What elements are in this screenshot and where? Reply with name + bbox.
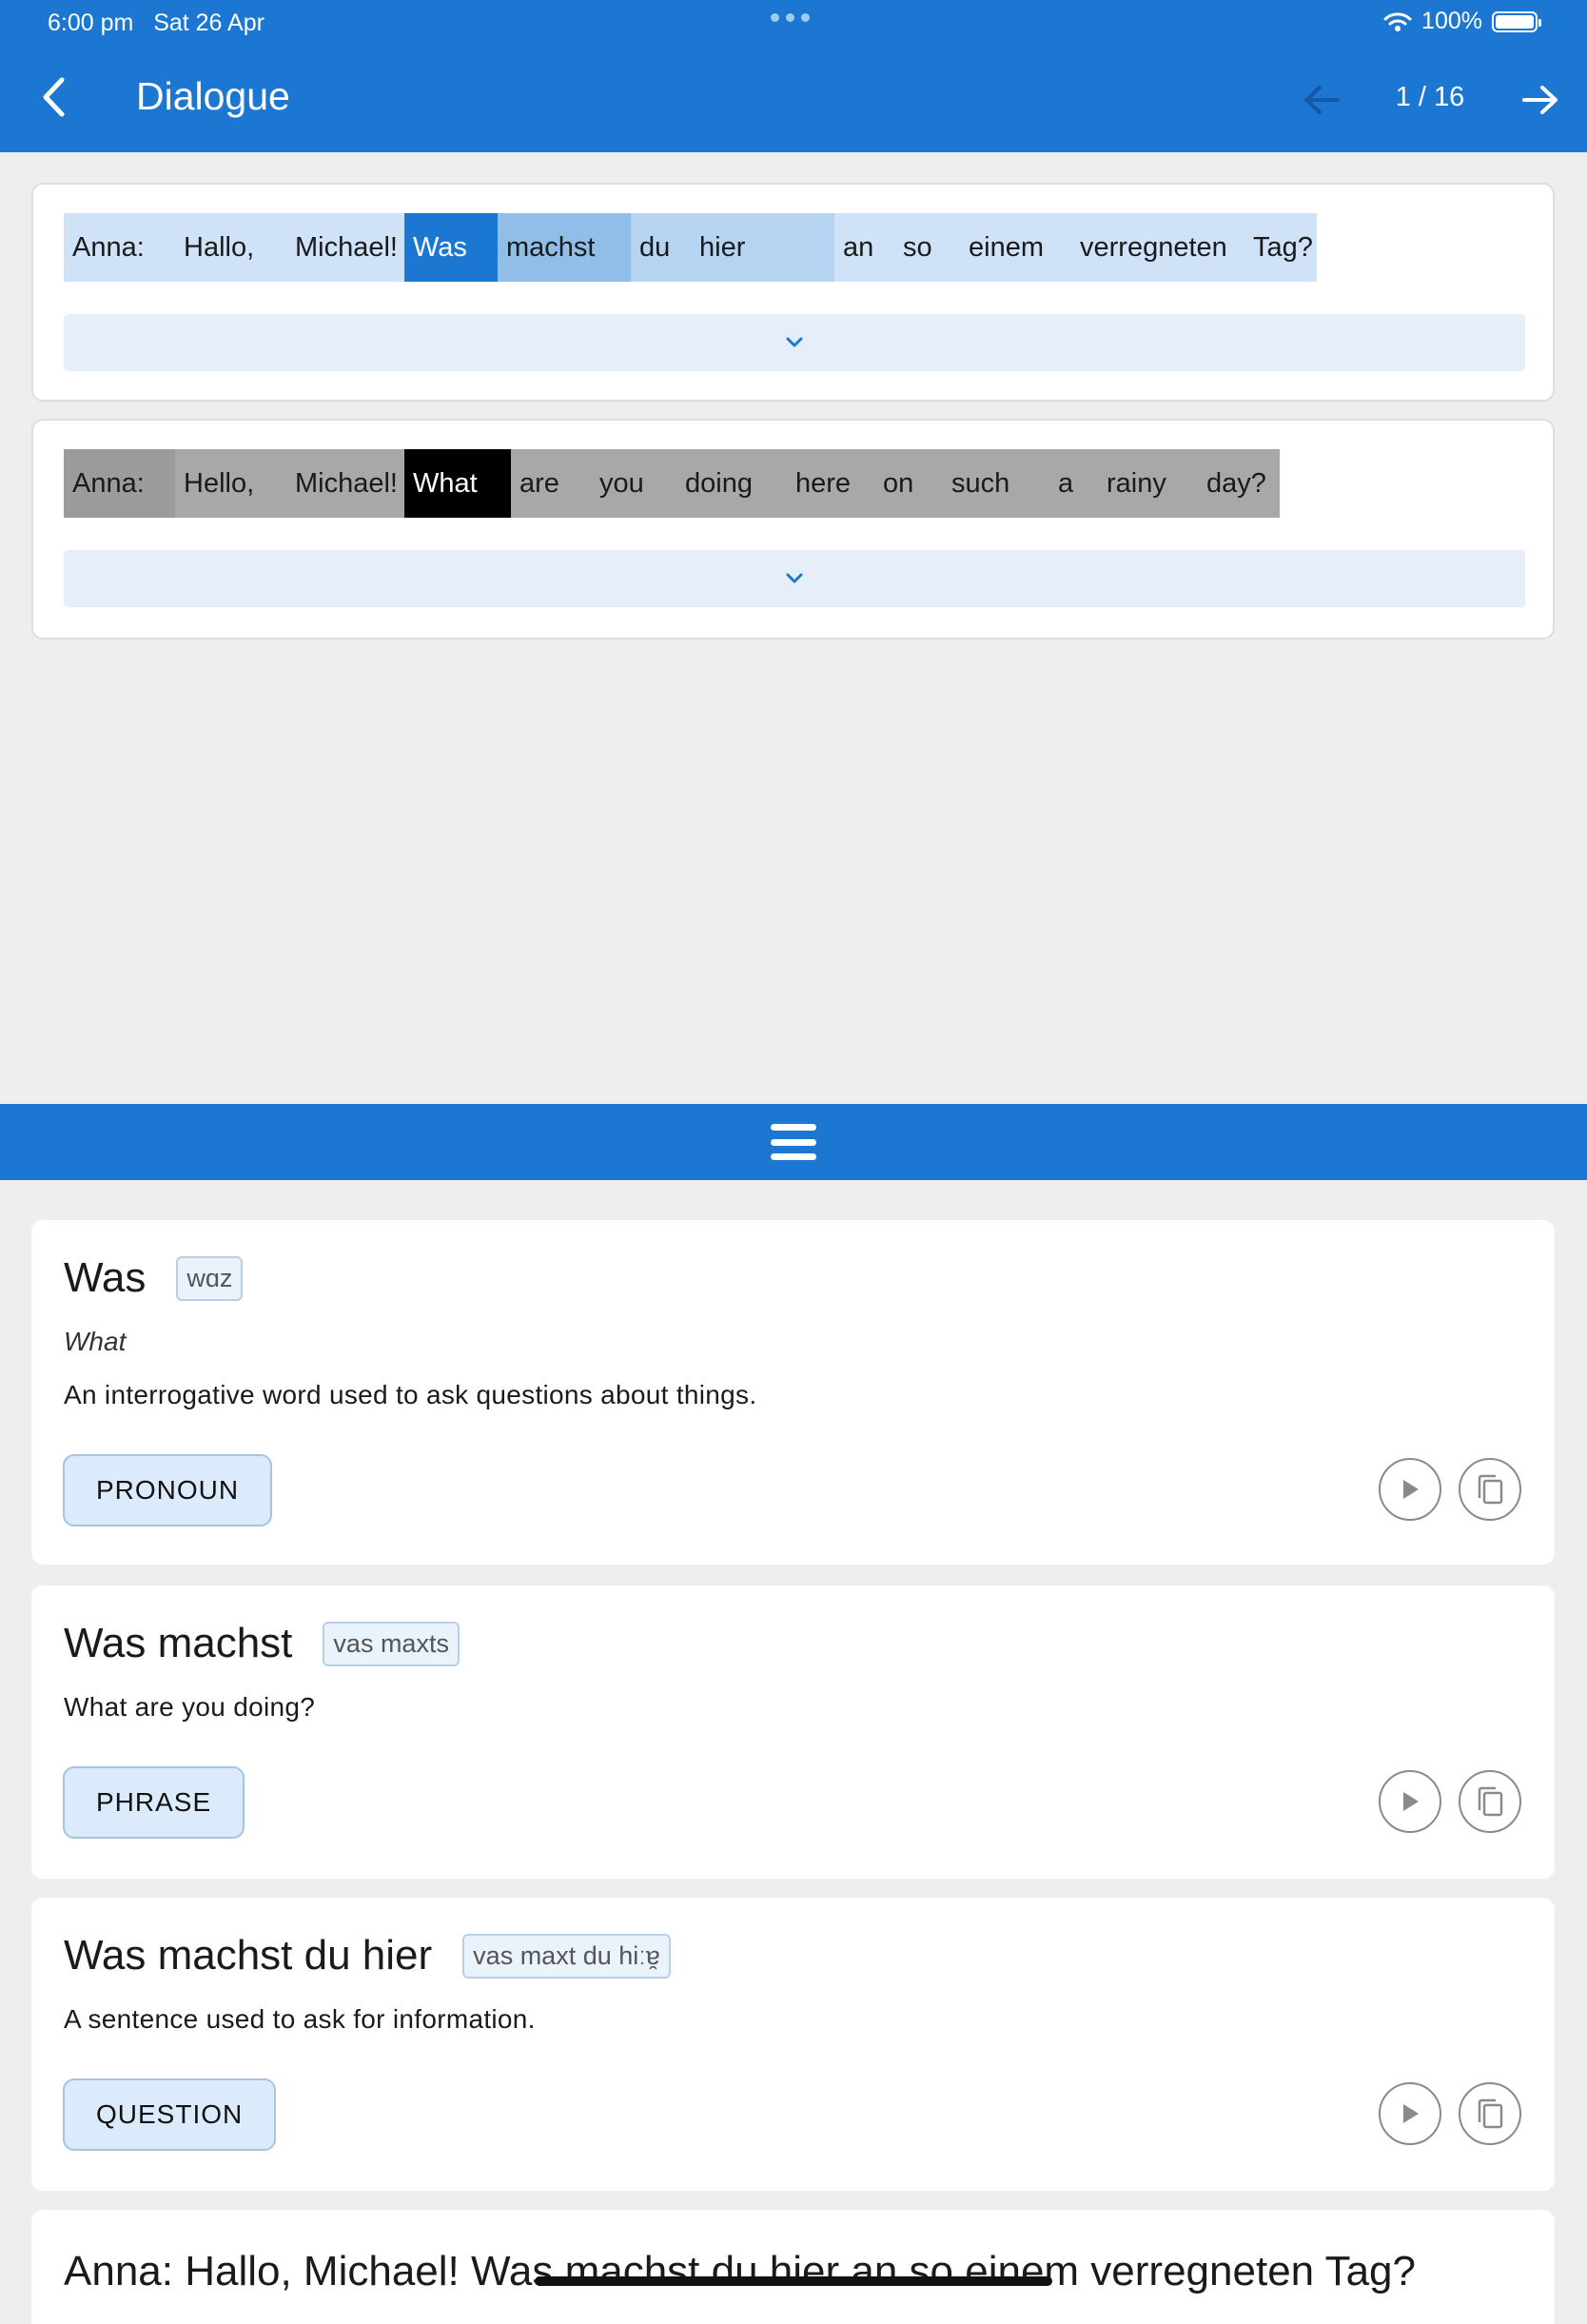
copy-button[interactable] — [1459, 1458, 1521, 1521]
vocab-definition: What are you doing? — [64, 1692, 316, 1722]
word-token[interactable]: Michael! — [286, 213, 404, 282]
vocab-translation: What — [64, 1327, 127, 1356]
english-word-row: Anna: Hello, Michael! What are you doing… — [64, 449, 1280, 518]
ipa-badge: wɑz — [176, 1255, 244, 1301]
german-sentence-card: Anna: Hallo, Michael! Was machst du hier… — [31, 183, 1555, 402]
battery-percent: 100% — [1421, 8, 1482, 34]
status-date: Sat 26 Apr — [153, 10, 264, 36]
next-button[interactable] — [1517, 76, 1564, 124]
chevron-left-icon — [43, 77, 65, 117]
copy-icon — [1478, 1474, 1503, 1505]
play-button[interactable] — [1379, 2082, 1441, 2145]
german-word-row: Anna: Hallo, Michael! Was machst du hier… — [64, 213, 1317, 282]
word-token[interactable]: machst — [498, 213, 631, 282]
word-token[interactable]: on — [874, 449, 943, 518]
vocab-header: Was machst du hier vas maxt du hiːɐ̯ — [64, 1932, 671, 1979]
word-token[interactable]: doing — [676, 449, 787, 518]
word-token[interactable]: Anna: — [64, 213, 175, 282]
battery-icon — [1492, 10, 1541, 32]
word-token[interactable]: you — [591, 449, 676, 518]
play-button[interactable] — [1379, 1770, 1441, 1833]
english-expand-bar[interactable] — [64, 550, 1525, 607]
english-sentence-card: Anna: Hello, Michael! What are you doing… — [31, 419, 1555, 640]
word-token-selected[interactable]: What — [404, 449, 511, 518]
vocab-definition: A sentence used to ask for information. — [64, 2004, 536, 2034]
vocab-header: Was machst vas maxts — [64, 1620, 460, 1667]
word-token[interactable]: du — [631, 213, 676, 282]
word-token[interactable]: Hello, — [175, 449, 286, 518]
vocab-term: Was machst du hier — [64, 1932, 433, 1979]
sentence-card: Anna: Hallo, Michael! Was machst du hier… — [31, 2210, 1555, 2324]
copy-icon — [1478, 2098, 1503, 2129]
status-clock: 6:00 pm — [48, 10, 134, 36]
vocab-definition: An interrogative word used to ask questi… — [64, 1380, 757, 1409]
word-token[interactable]: an — [834, 213, 884, 282]
copy-button[interactable] — [1459, 1770, 1521, 1833]
play-icon — [1403, 1480, 1419, 1499]
arrow-right-icon — [1522, 86, 1558, 114]
part-of-speech-button[interactable]: QUESTION — [63, 2078, 277, 2151]
hamburger-menu-icon[interactable] — [771, 1124, 816, 1160]
chevron-down-icon — [786, 337, 803, 347]
play-icon — [1403, 1792, 1419, 1811]
word-token[interactable]: rainy — [1098, 449, 1198, 518]
word-token[interactable]: day? — [1198, 449, 1280, 518]
word-token-selected[interactable]: Was — [404, 213, 498, 282]
word-token[interactable]: einem — [952, 213, 1058, 282]
part-of-speech-button[interactable]: PRONOUN — [63, 1454, 273, 1526]
vocab-card: Was machst vas maxts What are you doing?… — [31, 1585, 1555, 1879]
copy-button[interactable] — [1459, 2082, 1521, 2145]
vocab-header: Was wɑz — [64, 1254, 244, 1302]
word-token[interactable]: verregneten — [1058, 213, 1244, 282]
page-title: Dialogue — [136, 74, 290, 118]
multitasking-dots-icon[interactable] — [771, 13, 810, 22]
previous-button[interactable] — [1298, 76, 1345, 124]
german-expand-bar[interactable] — [64, 314, 1525, 371]
word-token[interactable]: are — [511, 449, 591, 518]
wifi-icon — [1383, 11, 1412, 31]
play-icon — [1403, 2104, 1419, 2123]
word-token[interactable]: here — [787, 449, 874, 518]
vocab-term: Was — [64, 1254, 147, 1301]
word-token[interactable]: so — [884, 213, 952, 282]
arrow-left-icon — [1304, 86, 1340, 114]
home-indicator[interactable] — [535, 2276, 1052, 2286]
status-indicators: 100% — [1383, 8, 1541, 35]
play-button[interactable] — [1379, 1458, 1441, 1521]
ipa-badge: vas maxt du hiːɐ̯ — [462, 1933, 671, 1979]
page-counter: 1 / 16 — [1395, 82, 1465, 112]
full-sentence-text: Anna: Hallo, Michael! Was machst du hier… — [64, 2248, 1416, 2294]
word-token[interactable]: Tag? — [1244, 213, 1317, 282]
part-of-speech-button[interactable]: PHRASE — [63, 1766, 245, 1839]
vocab-card: Was wɑz What An interrogative word used … — [31, 1220, 1555, 1565]
copy-icon — [1478, 1786, 1503, 1817]
panel-divider-bar[interactable] — [0, 1104, 1587, 1180]
back-button[interactable] — [29, 69, 78, 126]
word-token[interactable]: Michael! — [286, 449, 404, 518]
status-time: 6:00 pm Sat 26 Apr — [48, 10, 264, 37]
ipa-badge: vas maxts — [323, 1621, 460, 1666]
word-token[interactable]: hier — [676, 213, 834, 282]
word-token[interactable]: Hallo, — [175, 213, 286, 282]
word-token[interactable]: Anna: — [64, 449, 175, 518]
vocab-card: Was machst du hier vas maxt du hiːɐ̯ A s… — [31, 1898, 1555, 2191]
chevron-down-icon — [786, 573, 803, 583]
word-token[interactable]: such — [943, 449, 1049, 518]
app-header: 6:00 pm Sat 26 Apr 100% Dialogue 1 / 16 — [0, 0, 1587, 152]
vocab-term: Was machst — [64, 1620, 293, 1666]
word-token[interactable]: a — [1049, 449, 1098, 518]
